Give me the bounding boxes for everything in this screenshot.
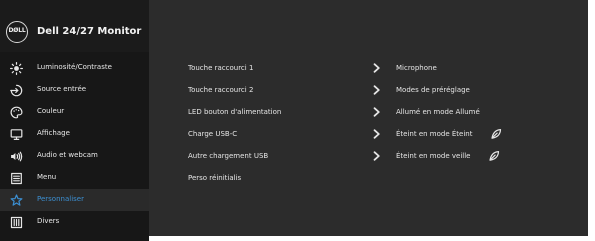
menu-item-menu[interactable]: Menu bbox=[0, 167, 149, 189]
brightness-icon bbox=[10, 62, 23, 75]
setting-row-shortcut-key-2[interactable]: Touche raccourci 2 Modes de préréglage bbox=[149, 79, 589, 101]
chevron-right-icon bbox=[373, 63, 381, 73]
star-icon bbox=[10, 194, 23, 207]
menu-icon bbox=[10, 172, 23, 185]
osd-main-menu: Luminosité/Contraste Source entrée Coule… bbox=[0, 52, 149, 241]
setting-row-shortcut-key-1[interactable]: Touche raccourci 1 Microphone bbox=[149, 57, 589, 79]
content-header-area bbox=[149, 0, 595, 52]
setting-label-power-button-led: LED bouton d'alimentation bbox=[188, 108, 282, 116]
right-white-margin bbox=[588, 0, 595, 241]
setting-label-shortcut-key-2: Touche raccourci 2 bbox=[188, 86, 254, 94]
others-icon bbox=[10, 216, 23, 229]
setting-value-usb-c-charging: Éteint en mode Éteint bbox=[396, 130, 473, 138]
menu-label-brightness-contrast: Luminosité/Contraste bbox=[37, 63, 112, 71]
setting-row-usb-c-charging[interactable]: Charge USB-C Éteint en mode Éteint bbox=[149, 123, 589, 145]
setting-value-power-button-led: Allumé en mode Allumé bbox=[396, 108, 480, 116]
leaf-icon bbox=[488, 150, 500, 162]
dell-logo: DØLL bbox=[6, 21, 28, 43]
menu-label-personalize: Personnaliser bbox=[37, 195, 84, 203]
menu-label-audio-webcam: Audio et webcam bbox=[37, 151, 98, 159]
bottom-white-margin bbox=[149, 236, 595, 241]
menu-item-personalize[interactable]: Personnaliser bbox=[0, 189, 149, 211]
personalize-settings-panel: Touche raccourci 1 Microphone Touche rac… bbox=[149, 0, 595, 241]
audio-webcam-icon bbox=[10, 150, 23, 163]
menu-label-input-source: Source entrée bbox=[37, 85, 87, 93]
menu-item-others[interactable]: Divers bbox=[0, 211, 149, 233]
display-icon bbox=[10, 128, 23, 141]
dell-logo-text: DØLL bbox=[8, 27, 26, 34]
chevron-right-icon bbox=[373, 85, 381, 95]
chevron-right-icon bbox=[373, 151, 381, 161]
setting-label-shortcut-key-1: Touche raccourci 1 bbox=[188, 64, 254, 72]
setting-label-other-usb-charging: Autre chargement USB bbox=[188, 152, 269, 160]
setting-value-shortcut-key-2: Modes de préréglage bbox=[396, 86, 470, 94]
setting-row-power-button-led[interactable]: LED bouton d'alimentation Allumé en mode… bbox=[149, 101, 589, 123]
menu-item-audio-webcam[interactable]: Audio et webcam bbox=[0, 145, 149, 167]
input-source-icon bbox=[10, 84, 23, 97]
menu-label-color: Couleur bbox=[37, 107, 65, 115]
menu-item-brightness-contrast[interactable]: Luminosité/Contraste bbox=[0, 57, 149, 79]
setting-label-personalize-reset: Perso réinitialis bbox=[188, 174, 242, 182]
setting-row-other-usb-charging[interactable]: Autre chargement USB Éteint en mode veil… bbox=[149, 145, 589, 167]
monitor-title: Dell 24/27 Monitor bbox=[37, 26, 142, 37]
setting-value-other-usb-charging: Éteint en mode veille bbox=[396, 152, 471, 160]
menu-label-display: Affichage bbox=[37, 129, 70, 137]
menu-item-color[interactable]: Couleur bbox=[0, 101, 149, 123]
leaf-icon bbox=[490, 128, 502, 140]
menu-label-menu: Menu bbox=[37, 173, 57, 181]
setting-row-personalize-reset[interactable]: Perso réinitialis bbox=[149, 167, 589, 189]
monitor-osd: DØLL Dell 24/27 Monitor Luminosité/Contr… bbox=[0, 0, 595, 241]
setting-value-shortcut-key-1: Microphone bbox=[396, 64, 437, 72]
osd-brand-header: DØLL Dell 24/27 Monitor bbox=[0, 0, 149, 52]
chevron-right-icon bbox=[373, 107, 381, 117]
menu-item-input-source[interactable]: Source entrée bbox=[0, 79, 149, 101]
setting-label-usb-c-charging: Charge USB-C bbox=[188, 130, 238, 138]
osd-sidebar: DØLL Dell 24/27 Monitor Luminosité/Contr… bbox=[0, 0, 149, 241]
menu-item-display[interactable]: Affichage bbox=[0, 123, 149, 145]
chevron-right-icon bbox=[373, 129, 381, 139]
color-palette-icon bbox=[10, 106, 23, 119]
menu-label-others: Divers bbox=[37, 217, 60, 225]
